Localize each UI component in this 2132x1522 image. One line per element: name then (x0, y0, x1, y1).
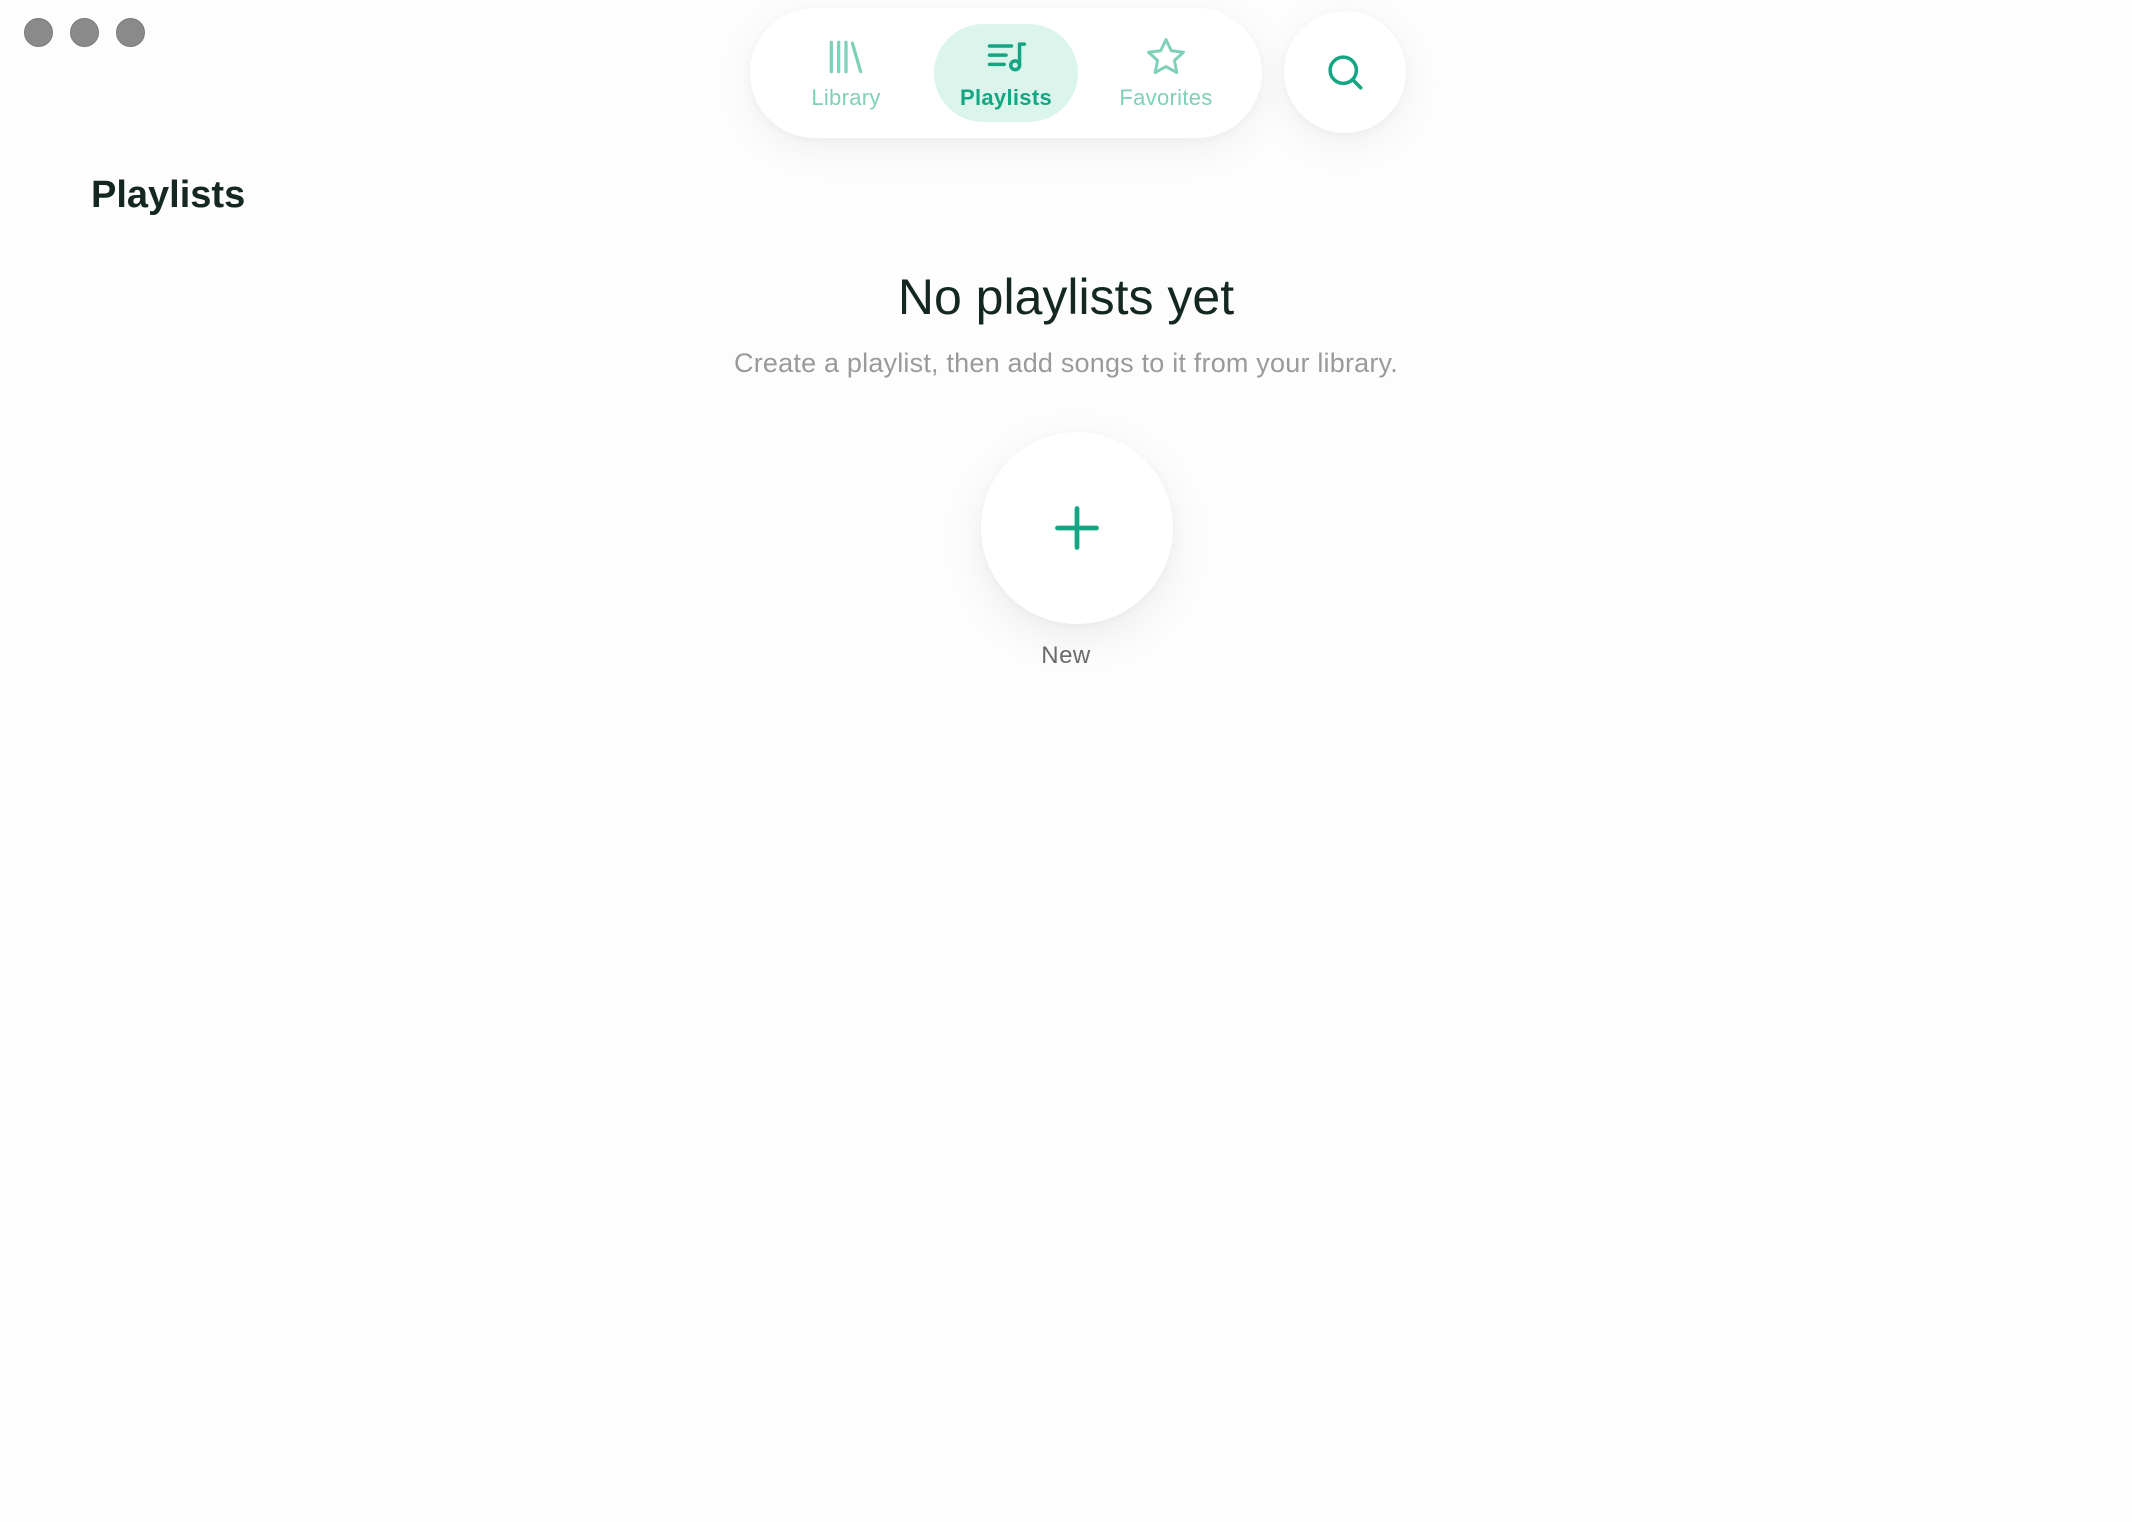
close-window-button[interactable] (24, 18, 53, 47)
zoom-window-button[interactable] (116, 18, 145, 47)
minimize-window-button[interactable] (70, 18, 99, 47)
app-window: Library Playlists Favorites Playlists No… (0, 0, 2132, 1522)
new-playlist-button[interactable] (981, 432, 1173, 624)
tab-playlists[interactable]: Playlists (934, 24, 1078, 122)
tab-favorites[interactable]: Favorites (1094, 24, 1238, 122)
search-button[interactable] (1284, 11, 1406, 133)
empty-state-subtitle: Create a playlist, then add songs to it … (734, 348, 1398, 378)
top-navigation: Library Playlists Favorites (750, 8, 1262, 138)
tab-playlists-label: Playlists (960, 85, 1052, 110)
window-controls (24, 18, 145, 47)
star-icon (1147, 38, 1185, 75)
search-icon (1328, 55, 1363, 90)
playlist-icon (987, 42, 1027, 72)
tab-favorites-label: Favorites (1119, 85, 1213, 110)
tab-library[interactable]: Library (774, 24, 918, 122)
page-title: Playlists (91, 174, 246, 216)
plus-icon (1055, 506, 1099, 550)
new-playlist-label: New (1041, 642, 1091, 669)
empty-state-title: No playlists yet (897, 269, 1235, 325)
tab-library-label: Library (811, 85, 881, 110)
library-icon (829, 40, 863, 74)
